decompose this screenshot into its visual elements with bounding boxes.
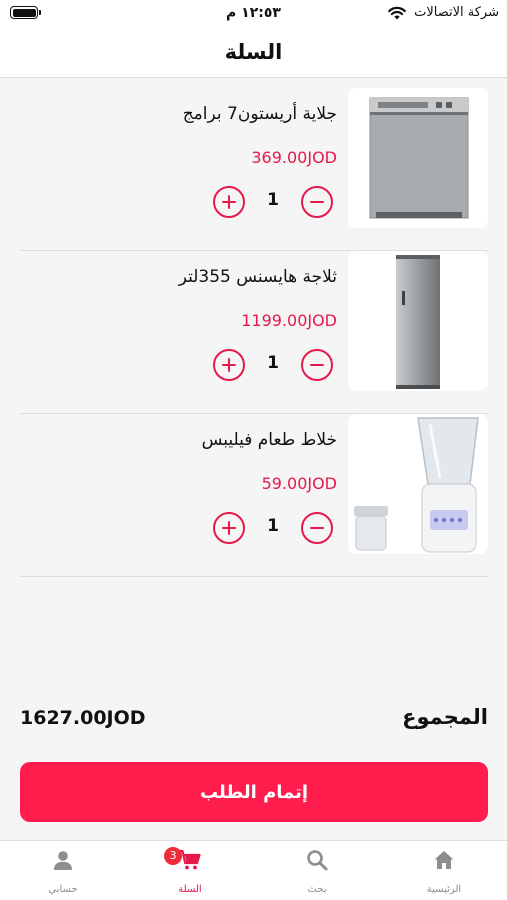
blender-image	[354, 417, 479, 553]
cart-list: جلاية أريستون7 برامج 369.00JOD 1 ثلاجة ه…	[20, 88, 488, 577]
product-price: 59.00JOD	[261, 474, 337, 493]
cart-icon	[178, 849, 201, 870]
nav-item-search[interactable]: بحث	[254, 841, 380, 900]
product-name: جلاية أريستون7 برامج	[182, 104, 337, 124]
cart-item-dishwasher[interactable]: جلاية أريستون7 برامج 369.00JOD 1	[20, 88, 488, 251]
nav-item-cart[interactable]: 3 السلة	[127, 841, 253, 900]
nav-item-home[interactable]: الرئيسية	[381, 841, 507, 900]
product-thumbnail[interactable]	[348, 251, 488, 391]
product-price: 1199.00JOD	[241, 311, 337, 330]
home-icon	[434, 851, 454, 869]
app-screen: ١٢:٥٣ م شركة الاتصالات السلة جلاية أريست…	[0, 0, 507, 900]
status-bar: ١٢:٥٣ م شركة الاتصالات	[0, 0, 507, 28]
dishwasher-image	[369, 97, 469, 219]
product-name: ثلاجة هايسنس 355لتر	[178, 267, 337, 287]
increase-quantity-button[interactable]	[213, 349, 245, 381]
wifi-icon	[388, 6, 406, 20]
page-title: السلة	[224, 40, 283, 64]
product-name: خلاط طعام فيليبس	[201, 430, 337, 450]
refrigerator-image	[396, 255, 440, 389]
increase-quantity-button[interactable]	[213, 512, 245, 544]
nav-item-account[interactable]: حسابي	[0, 841, 126, 900]
decrease-quantity-button[interactable]	[301, 349, 333, 381]
product-thumbnail[interactable]	[348, 414, 488, 554]
quantity-stepper: 1	[213, 512, 333, 546]
cart-count-badge: 3	[164, 847, 182, 865]
quantity-stepper: 1	[213, 349, 333, 383]
decrease-quantity-button[interactable]	[301, 512, 333, 544]
increase-quantity-button[interactable]	[213, 186, 245, 218]
cart-item-refrigerator[interactable]: ثلاجة هايسنس 355لتر 1199.00JOD 1	[20, 251, 488, 414]
product-thumbnail[interactable]	[348, 88, 488, 228]
cart-item-blender[interactable]: خلاط طعام فيليبس 59.00JOD 1	[20, 414, 488, 577]
quantity-stepper: 1	[213, 186, 333, 220]
quantity-value: 1	[267, 190, 279, 210]
cart-total: المجموع 1627.00JOD	[20, 705, 488, 735]
nav-label: حسابي	[48, 884, 78, 895]
product-price: 369.00JOD	[251, 148, 337, 167]
total-value: 1627.00JOD	[20, 707, 146, 729]
total-label: المجموع	[402, 705, 488, 729]
decrease-quantity-button[interactable]	[301, 186, 333, 218]
checkout-button[interactable]: إتمام الطلب	[20, 762, 488, 822]
user-icon	[54, 851, 72, 870]
page-header: السلة	[0, 28, 507, 78]
quantity-value: 1	[267, 516, 279, 536]
quantity-value: 1	[267, 353, 279, 373]
carrier-name: شركة الاتصالات	[414, 5, 499, 20]
nav-label: السلة	[178, 884, 202, 895]
search-icon	[307, 850, 328, 871]
nav-label: الرئيسية	[426, 884, 462, 895]
nav-label: بحث	[307, 884, 327, 895]
bottom-nav: الرئيسية بحث 3 السلة حسابي	[0, 840, 507, 900]
